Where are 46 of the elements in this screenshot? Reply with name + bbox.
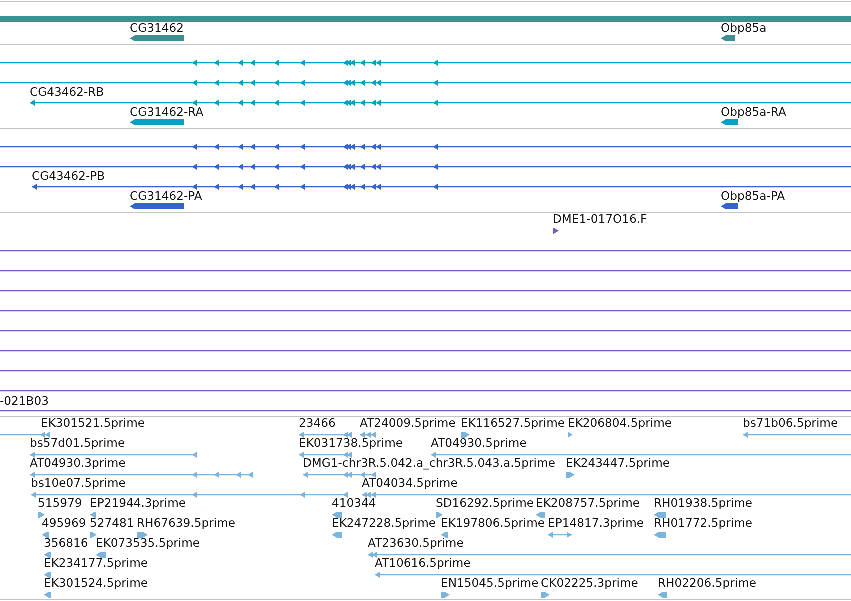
- feature-label: DME1-017O16.F: [553, 213, 648, 226]
- feature-label: EK234177.5prime: [44, 557, 148, 570]
- feature-label: 515979: [38, 497, 82, 510]
- feature-label: CG43462-RB: [30, 86, 104, 99]
- feature-label: EK116527.5prime: [461, 417, 566, 430]
- feature-label: Obp85a-PA: [721, 190, 786, 203]
- feature-label: EK073535.5prime: [96, 537, 200, 550]
- feature-label: EN15045.5prime: [441, 577, 539, 590]
- feature-label: EK243447.5prime: [566, 457, 670, 470]
- feature-label: AT04930.3prime: [30, 457, 126, 470]
- feature-label: 527481: [90, 517, 134, 530]
- feature-label: Obp85a: [721, 22, 767, 35]
- feature-label: RH01938.5prime: [654, 497, 752, 510]
- feature-label: EK208757.5prime: [536, 497, 640, 510]
- feature-label: bs10e07.5prime: [31, 477, 126, 490]
- feature-label: AT10616.5prime: [375, 557, 471, 570]
- feature-label: RH67639.5prime: [137, 517, 236, 530]
- feature-label: AT04034.5prime: [362, 477, 458, 490]
- feature-label: EK301521.5prime: [41, 417, 146, 430]
- feature-label: -021B03: [0, 395, 50, 408]
- feature-label: 356816: [44, 537, 88, 550]
- feature-label: CG31462: [130, 22, 184, 35]
- feature-label: AT24009.5prime: [360, 417, 456, 430]
- feature-label: Obp85a-RA: [721, 106, 786, 119]
- feature-label: AT04930.5prime: [431, 437, 527, 450]
- feature-label: EK031738.5prime: [299, 437, 404, 450]
- feature-label: DMG1-chr3R.5.042.a_chr3R.5.043.a.5prime: [303, 457, 556, 470]
- feature-label: EK301524.5prime: [44, 577, 148, 590]
- feature-label: CK02225.3prime: [541, 577, 638, 590]
- feature-label: RH02206.5prime: [658, 577, 756, 590]
- feature-label: 23466: [299, 417, 336, 430]
- feature-label: EK197806.5prime: [441, 517, 546, 530]
- feature-label: bs71b06.5prime: [743, 417, 838, 430]
- feature-label: bs57d01.5prime: [30, 437, 126, 450]
- feature-label: CG31462-RA: [130, 106, 204, 119]
- feature-label: AT23630.5prime: [368, 537, 464, 550]
- feature-label: RH01772.5prime: [654, 517, 752, 530]
- feature-label: EP14817.3prime: [548, 517, 644, 530]
- feature-label: 410344: [332, 497, 376, 510]
- feature-label: EK206804.5prime: [568, 417, 672, 430]
- feature-label: 495969: [42, 517, 86, 530]
- feature-label: CG31462-PA: [130, 190, 202, 203]
- feature-label: EK247228.5prime: [332, 517, 436, 530]
- feature-label: SD16292.5prime: [436, 497, 534, 510]
- feature-label: EP21944.3prime: [90, 497, 186, 510]
- feature-label: CG43462-PB: [32, 170, 106, 183]
